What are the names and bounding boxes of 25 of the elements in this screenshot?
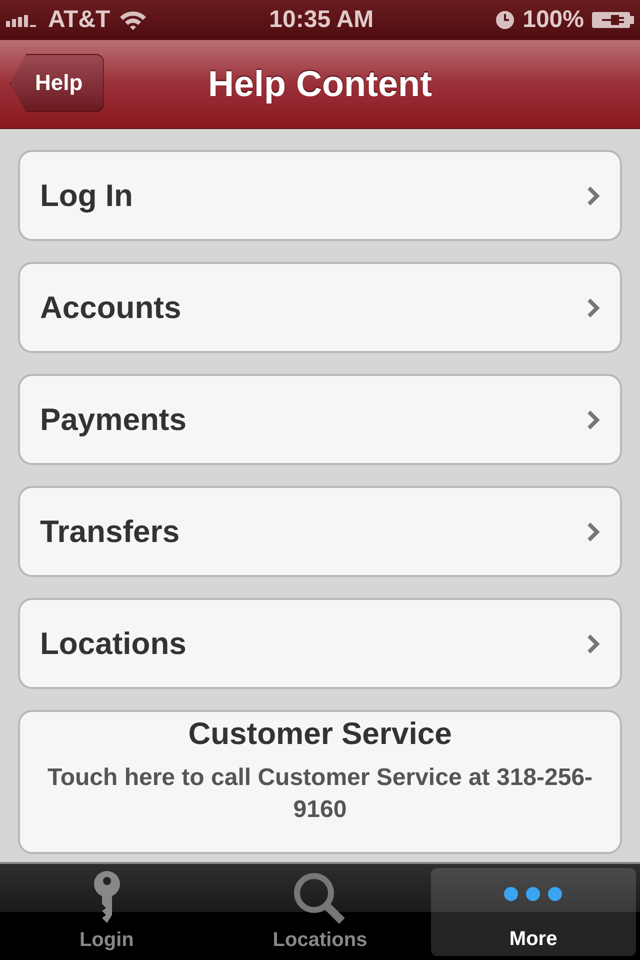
list-item[interactable]: Accounts: [18, 262, 622, 353]
chevron-icon: [586, 408, 600, 430]
contact-text: Touch here to call Customer Service at 318-256-9160: [46, 763, 594, 825]
wifi-icon: [118, 9, 148, 31]
key-icon: [92, 871, 122, 925]
tab[interactable]: Locations: [217, 868, 423, 956]
back-button[interactable]: Help: [10, 54, 104, 112]
contact-title: Customer Service: [188, 716, 452, 752]
chevron-icon: [586, 632, 600, 654]
list-item[interactable]: Locations: [18, 598, 622, 689]
chevron-icon: [586, 184, 600, 206]
list-item[interactable]: Payments: [18, 374, 622, 465]
screen-title: Help Content: [208, 63, 432, 105]
list-item[interactable]: Transfers: [18, 486, 622, 577]
chevron-icon: [586, 296, 600, 318]
clock-icon: [494, 10, 515, 30]
tab[interactable]: Login: [4, 868, 210, 956]
list-item[interactable]: Log In: [18, 150, 622, 241]
carrier-name: AT&T: [48, 6, 110, 34]
call-button[interactable]: Customer Service Touch here to call Customer Service at 318-256-9160: [18, 710, 622, 854]
tab[interactable]: More: [430, 868, 636, 956]
battery-icon: [592, 10, 634, 30]
battery-percent: 100%: [522, 6, 584, 34]
clock-time: 10:35 AM: [269, 6, 374, 34]
chevron-icon: [586, 520, 600, 542]
